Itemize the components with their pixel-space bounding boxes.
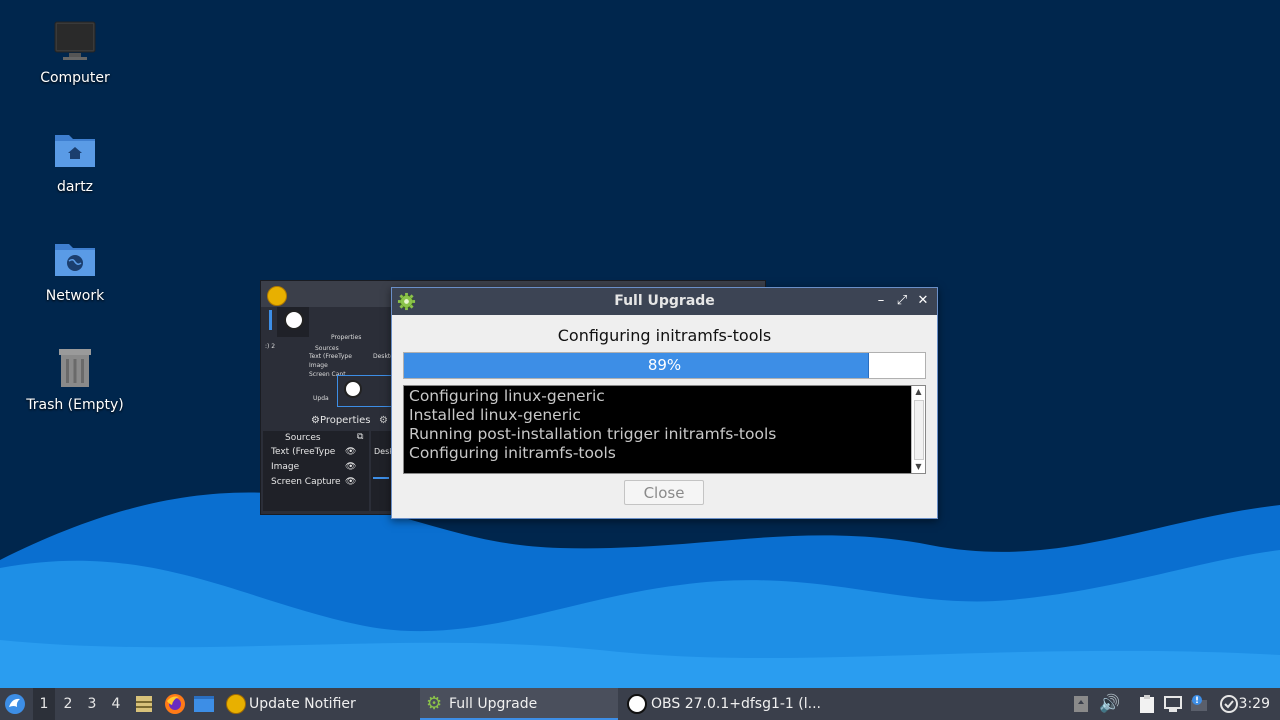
eye-icon: 👁 [345,462,357,472]
log-line: Configuring linux-generic [409,387,605,405]
firefox-icon [165,694,185,714]
tray-storage-icon[interactable] [1071,694,1091,714]
status-text: Configuring initramfs-tools [557,326,772,345]
scroll-thumb[interactable] [914,400,924,460]
obs-icon [284,310,304,330]
desktop-icon-network[interactable]: Network [10,236,140,304]
taskbar: 1 2 3 4 Update Notifier ⚙ Full Upgrade O… [0,688,1280,720]
desktop-icon-label: Network [45,288,105,304]
copy-icon: ⧉ [357,432,364,442]
eye-icon: 👁 [345,477,357,487]
clipboard-icon[interactable] [1137,694,1157,714]
obs-icon [627,694,647,714]
start-menu-button[interactable] [4,693,26,715]
task-update-notifier[interactable]: Update Notifier [220,688,416,720]
computer-icon [51,18,99,66]
log-output[interactable]: Configuring linux-generic Installed linu… [403,385,926,474]
close-button[interactable]: Close [624,480,704,505]
workspace-3[interactable]: 3 [81,688,103,720]
lubuntu-logo-icon [5,694,25,714]
task-label: Full Upgrade [449,696,538,712]
file-cabinet-icon [136,696,152,712]
obs-small-source-item: Image [309,362,328,369]
workspace-4[interactable]: 4 [105,688,127,720]
gear-icon: ⚙ [311,415,320,426]
log-scrollbar[interactable]: ▲ ▼ [911,386,925,473]
scroll-up-arrow[interactable]: ▲ [912,386,925,398]
volume-icon[interactable]: 🔊 [1099,694,1120,714]
clock[interactable]: 3:29 [1239,688,1270,720]
obs-properties-tab[interactable]: ⚙Properties [311,415,371,426]
dialog-title: Full Upgrade [614,293,715,309]
home-folder-icon [51,127,99,175]
show-desktop-button[interactable] [193,694,215,714]
progress-bar: 89% [403,352,926,379]
workspace-1[interactable]: 1 [33,688,55,720]
desktop-icon-trash[interactable]: Trash (Empty) [10,345,140,413]
obs-icon [344,380,362,398]
obs-small-update: Upda [313,395,329,402]
gear-icon: ⚙ [379,415,388,426]
obs-logo-box [277,307,309,337]
task-label: OBS 27.0.1+dfsg1-1 (l... [651,696,821,712]
maximize-button[interactable]: ⤢ [892,291,912,311]
task-obs[interactable]: OBS 27.0.1+dfsg1-1 (l... [622,688,822,720]
desktop-icon-home-folder[interactable]: dartz [10,127,140,195]
progress-label: 89% [647,356,682,374]
desktop-icon-computer[interactable]: Computer [10,18,140,86]
obs-small-source-item: Text (FreeType [309,353,352,360]
log-line: Running post-installation trigger initra… [409,425,777,443]
trash-icon [51,345,99,393]
minimize-button[interactable]: – [871,291,891,311]
full-upgrade-dialog[interactable]: Full Upgrade – ⤢ ✕ Configuring initramfs… [391,287,938,519]
obs-nested-window [337,375,393,407]
desktop-icon-label: Trash (Empty) [26,397,124,413]
obs-sources-panel: Sources ⧉ Text (FreeType Image Screen Ca… [263,431,369,511]
update-notifier-icon [226,694,246,714]
dialog-titlebar[interactable]: Full Upgrade – ⤢ ✕ [392,288,937,315]
desktop-icon-label: dartz [56,179,94,195]
scroll-down-arrow[interactable]: ▼ [912,461,925,473]
update-available-icon[interactable] [1189,694,1209,714]
network-wired-icon[interactable] [1163,694,1183,714]
file-manager-launcher[interactable] [134,694,154,714]
workspace-2[interactable]: 2 [57,688,79,720]
task-full-upgrade[interactable]: ⚙ Full Upgrade [420,688,618,720]
obs-small-properties: Properties [331,334,362,341]
log-line: Configuring initramfs-tools [409,444,616,462]
update-notifier-icon [267,286,287,306]
desktop-icon [194,696,214,712]
obs-source-item[interactable]: Text (FreeType [271,447,335,457]
obs-small-sources: Sources [315,345,339,352]
eye-icon: 👁 [345,447,357,457]
network-folder-icon [51,236,99,284]
close-window-button[interactable]: ✕ [913,291,933,311]
obs-properties-panel: Desk [371,431,394,511]
gear-icon: ⚙ [426,693,443,714]
obs-source-item[interactable]: Screen Capture [271,477,341,487]
obs-accent-bar [269,310,272,330]
firefox-launcher[interactable] [164,693,186,715]
task-label: Update Notifier [249,696,356,712]
obs-source-item[interactable]: Image [271,462,299,472]
log-line: Installed linux-generic [409,406,581,424]
update-notifier-tray-icon[interactable] [1219,694,1239,714]
log-lines: Configuring linux-generic Installed linu… [409,387,776,463]
obs-sources-header: Sources [285,433,321,443]
desktop-icon-label: Computer [40,70,110,86]
